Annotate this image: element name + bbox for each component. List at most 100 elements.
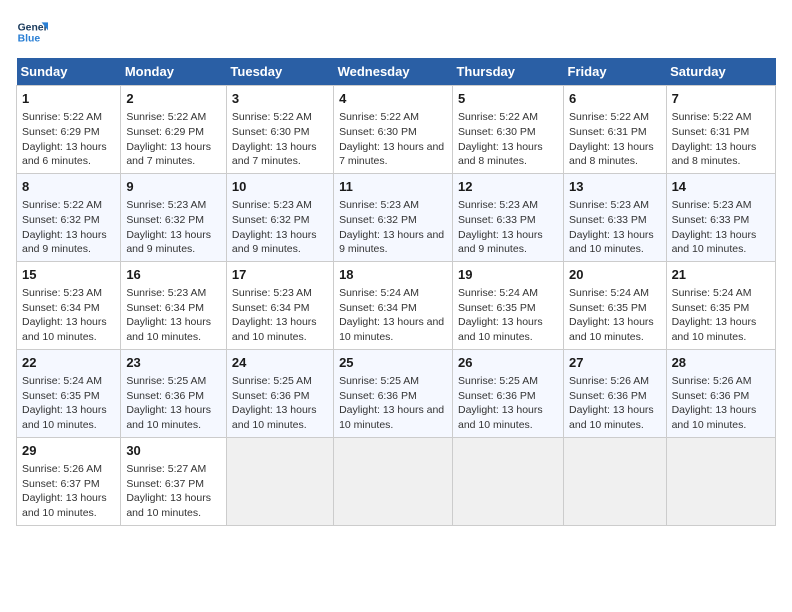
calendar-cell bbox=[666, 437, 775, 525]
day-info: Sunrise: 5:23 AMSunset: 6:34 PMDaylight:… bbox=[232, 287, 317, 343]
calendar-cell: 1Sunrise: 5:22 AMSunset: 6:29 PMDaylight… bbox=[17, 86, 121, 174]
day-info: Sunrise: 5:25 AMSunset: 6:36 PMDaylight:… bbox=[126, 375, 211, 431]
calendar-cell bbox=[564, 437, 667, 525]
calendar-cell: 4 Sunrise: 5:22 AMSunset: 6:30 PMDaylight… bbox=[334, 86, 453, 174]
calendar-cell: 26 Sunrise: 5:25 AMSunset: 6:36 PMDayligh… bbox=[452, 349, 563, 437]
day-info: Sunrise: 5:22 AMSunset: 6:30 PMDaylight:… bbox=[458, 111, 543, 167]
header-saturday: Saturday bbox=[666, 58, 775, 86]
day-number: 27 bbox=[569, 354, 661, 372]
header-sunday: Sunday bbox=[17, 58, 121, 86]
calendar-cell: 24Sunrise: 5:25 AMSunset: 6:36 PMDayligh… bbox=[226, 349, 333, 437]
day-info: Sunrise: 5:25 AMSunset: 6:36 PMDaylight:… bbox=[232, 375, 317, 431]
day-number: 16 bbox=[126, 266, 221, 284]
day-number: 10 bbox=[232, 178, 328, 196]
header-tuesday: Tuesday bbox=[226, 58, 333, 86]
calendar-cell: 7Sunrise: 5:22 AMSunset: 6:31 PMDaylight… bbox=[666, 86, 775, 174]
day-info: Sunrise: 5:22 AMSunset: 6:29 PMDaylight:… bbox=[126, 111, 211, 167]
day-info: Sunrise: 5:23 AMSunset: 6:34 PMDaylight:… bbox=[22, 287, 107, 343]
calendar-cell: 20 Sunrise: 5:24 AMSunset: 6:35 PMDayligh… bbox=[564, 261, 667, 349]
day-info: Sunrise: 5:24 AMSunset: 6:34 PMDaylight:… bbox=[339, 287, 444, 343]
day-number: 1 bbox=[22, 90, 115, 108]
day-info: Sunrise: 5:25 AMSunset: 6:36 PMDaylight:… bbox=[458, 375, 543, 431]
calendar-table: SundayMondayTuesdayWednesdayThursdayFrid… bbox=[16, 58, 776, 526]
day-number: 17 bbox=[232, 266, 328, 284]
day-number: 28 bbox=[672, 354, 770, 372]
calendar-cell: 29 Sunrise: 5:26 AMSunset: 6:37 PMDayligh… bbox=[17, 437, 121, 525]
calendar-week-row: 15 Sunrise: 5:23 AMSunset: 6:34 PMDayligh… bbox=[17, 261, 776, 349]
calendar-cell: 2 Sunrise: 5:22 AMSunset: 6:29 PMDaylight… bbox=[121, 86, 227, 174]
calendar-cell: 3Sunrise: 5:22 AMSunset: 6:30 PMDaylight… bbox=[226, 86, 333, 174]
day-number: 3 bbox=[232, 90, 328, 108]
calendar-week-row: 22Sunrise: 5:24 AMSunset: 6:35 PMDayligh… bbox=[17, 349, 776, 437]
day-number: 9 bbox=[126, 178, 221, 196]
day-number: 20 bbox=[569, 266, 661, 284]
day-number: 18 bbox=[339, 266, 447, 284]
day-info: Sunrise: 5:22 AMSunset: 6:30 PMDaylight:… bbox=[339, 111, 444, 167]
logo: General Blue bbox=[16, 16, 52, 48]
day-info: Sunrise: 5:24 AMSunset: 6:35 PMDaylight:… bbox=[672, 287, 757, 343]
day-info: Sunrise: 5:23 AMSunset: 6:32 PMDaylight:… bbox=[126, 199, 211, 255]
calendar-week-row: 1 Sunrise: 5:22 AMSunset: 6:29 PMDaylight… bbox=[17, 86, 776, 174]
calendar-cell: 23Sunrise: 5:25 AMSunset: 6:36 PMDayligh… bbox=[121, 349, 227, 437]
calendar-cell: 12Sunrise: 5:23 AMSunset: 6:33 PMDayligh… bbox=[452, 173, 563, 261]
calendar-cell bbox=[226, 437, 333, 525]
day-info: Sunrise: 5:23 AMSunset: 6:32 PMDaylight:… bbox=[232, 199, 317, 255]
day-info: Sunrise: 5:26 AMSunset: 6:36 PMDaylight:… bbox=[569, 375, 654, 431]
calendar-cell: 10 Sunrise: 5:23 AMSunset: 6:32 PMDayligh… bbox=[226, 173, 333, 261]
day-number: 14 bbox=[672, 178, 770, 196]
day-info: Sunrise: 5:26 AMSunset: 6:37 PMDaylight:… bbox=[22, 463, 107, 519]
day-info: Sunrise: 5:25 AMSunset: 6:36 PMDaylight:… bbox=[339, 375, 444, 431]
day-info: Sunrise: 5:23 AMSunset: 6:34 PMDaylight:… bbox=[126, 287, 211, 343]
calendar-cell: 25 Sunrise: 5:25 AMSunset: 6:36 PMDayligh… bbox=[334, 349, 453, 437]
day-info: Sunrise: 5:23 AMSunset: 6:32 PMDaylight:… bbox=[339, 199, 444, 255]
calendar-cell: 22Sunrise: 5:24 AMSunset: 6:35 PMDayligh… bbox=[17, 349, 121, 437]
day-info: Sunrise: 5:23 AMSunset: 6:33 PMDaylight:… bbox=[458, 199, 543, 255]
day-number: 2 bbox=[126, 90, 221, 108]
calendar-cell: 17 Sunrise: 5:23 AMSunset: 6:34 PMDayligh… bbox=[226, 261, 333, 349]
day-number: 26 bbox=[458, 354, 558, 372]
page-header: General Blue bbox=[16, 16, 776, 48]
day-number: 25 bbox=[339, 354, 447, 372]
header-monday: Monday bbox=[121, 58, 227, 86]
day-number: 29 bbox=[22, 442, 115, 460]
day-number: 15 bbox=[22, 266, 115, 284]
calendar-cell bbox=[334, 437, 453, 525]
day-number: 8 bbox=[22, 178, 115, 196]
calendar-week-row: 29 Sunrise: 5:26 AMSunset: 6:37 PMDayligh… bbox=[17, 437, 776, 525]
header-thursday: Thursday bbox=[452, 58, 563, 86]
header-wednesday: Wednesday bbox=[334, 58, 453, 86]
calendar-week-row: 8Sunrise: 5:22 AMSunset: 6:32 PMDaylight… bbox=[17, 173, 776, 261]
calendar-cell: 6 Sunrise: 5:22 AMSunset: 6:31 PMDaylight… bbox=[564, 86, 667, 174]
day-info: Sunrise: 5:22 AMSunset: 6:31 PMDaylight:… bbox=[672, 111, 757, 167]
day-info: Sunrise: 5:24 AMSunset: 6:35 PMDaylight:… bbox=[22, 375, 107, 431]
day-info: Sunrise: 5:24 AMSunset: 6:35 PMDaylight:… bbox=[569, 287, 654, 343]
header-friday: Friday bbox=[564, 58, 667, 86]
day-number: 21 bbox=[672, 266, 770, 284]
calendar-cell: 8Sunrise: 5:22 AMSunset: 6:32 PMDaylight… bbox=[17, 173, 121, 261]
calendar-cell: 27 Sunrise: 5:26 AMSunset: 6:36 PMDayligh… bbox=[564, 349, 667, 437]
calendar-cell: 19 Sunrise: 5:24 AMSunset: 6:35 PMDayligh… bbox=[452, 261, 563, 349]
logo-icon: General Blue bbox=[16, 16, 48, 48]
day-info: Sunrise: 5:23 AMSunset: 6:33 PMDaylight:… bbox=[672, 199, 757, 255]
day-info: Sunrise: 5:23 AMSunset: 6:33 PMDaylight:… bbox=[569, 199, 654, 255]
calendar-cell: 21 Sunrise: 5:24 AMSunset: 6:35 PMDayligh… bbox=[666, 261, 775, 349]
day-number: 30 bbox=[126, 442, 221, 460]
day-info: Sunrise: 5:26 AMSunset: 6:36 PMDaylight:… bbox=[672, 375, 757, 431]
calendar-cell: 18 Sunrise: 5:24 AMSunset: 6:34 PMDayligh… bbox=[334, 261, 453, 349]
calendar-cell: 13 Sunrise: 5:23 AMSunset: 6:33 PMDayligh… bbox=[564, 173, 667, 261]
day-number: 6 bbox=[569, 90, 661, 108]
calendar-cell: 16 Sunrise: 5:23 AMSunset: 6:34 PMDayligh… bbox=[121, 261, 227, 349]
day-info: Sunrise: 5:22 AMSunset: 6:31 PMDaylight:… bbox=[569, 111, 654, 167]
day-info: Sunrise: 5:27 AMSunset: 6:37 PMDaylight:… bbox=[126, 463, 211, 519]
day-number: 13 bbox=[569, 178, 661, 196]
day-number: 19 bbox=[458, 266, 558, 284]
day-info: Sunrise: 5:24 AMSunset: 6:35 PMDaylight:… bbox=[458, 287, 543, 343]
day-number: 4 bbox=[339, 90, 447, 108]
day-number: 11 bbox=[339, 178, 447, 196]
calendar-cell: 11 Sunrise: 5:23 AMSunset: 6:32 PMDayligh… bbox=[334, 173, 453, 261]
svg-text:Blue: Blue bbox=[18, 34, 41, 45]
calendar-cell: 15 Sunrise: 5:23 AMSunset: 6:34 PMDayligh… bbox=[17, 261, 121, 349]
day-number: 5 bbox=[458, 90, 558, 108]
calendar-header-row: SundayMondayTuesdayWednesdayThursdayFrid… bbox=[17, 58, 776, 86]
calendar-cell bbox=[452, 437, 563, 525]
